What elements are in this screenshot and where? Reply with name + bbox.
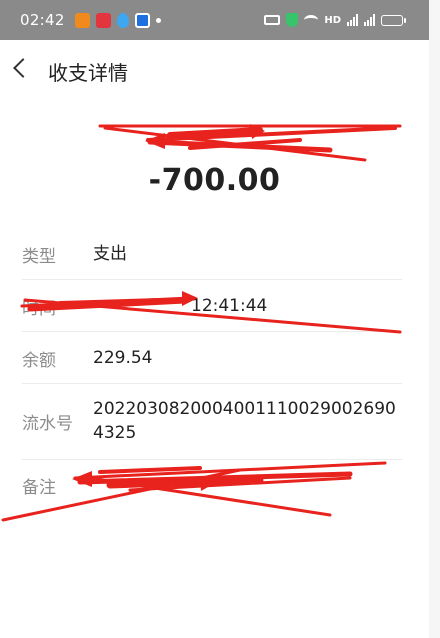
transaction-amount: -700.00 <box>148 163 281 198</box>
battery-icon <box>381 14 406 26</box>
vibrate-icon <box>264 15 281 25</box>
divider <box>22 459 402 460</box>
detail-label: 备注 <box>22 478 56 498</box>
detail-value: 支出 <box>93 244 127 264</box>
status-time: 02:42 <box>20 11 65 29</box>
wifi-icon <box>304 15 319 25</box>
detail-label: 类型 <box>22 247 56 267</box>
detail-value: 229.54 <box>93 348 153 368</box>
system-icons: HD <box>264 0 406 40</box>
page-title: 收支详情 <box>48 61 128 85</box>
detail-value: 12:41:44 <box>191 296 268 316</box>
notification-dot-icon <box>155 17 161 23</box>
status-bar: 02:42 HD <box>0 0 429 40</box>
notification-icons <box>74 12 161 28</box>
signal-icon <box>347 14 358 26</box>
back-arrow-icon[interactable] <box>13 58 33 78</box>
app-red-icon <box>95 12 111 28</box>
divider <box>22 383 402 384</box>
network-label: HD <box>324 14 341 26</box>
screen: 02:42 HD 收支详情 -700.00 类型 支出 时间 12:41:44 <box>0 0 429 638</box>
header: 收支详情 <box>0 40 429 100</box>
signal-icon-2 <box>364 14 375 26</box>
detail-value: 20220308200040011100290026904325 <box>93 399 396 443</box>
blue-app-icon <box>134 12 150 28</box>
divider <box>22 331 402 332</box>
taobao-icon <box>74 12 90 28</box>
blue-drop-icon <box>116 12 129 28</box>
detail-label: 流水号 <box>22 414 73 434</box>
detail-label: 时间 <box>22 299 56 319</box>
detail-label: 余额 <box>22 351 56 371</box>
shield-icon <box>286 13 299 27</box>
divider <box>22 279 402 280</box>
right-edge <box>429 0 440 638</box>
